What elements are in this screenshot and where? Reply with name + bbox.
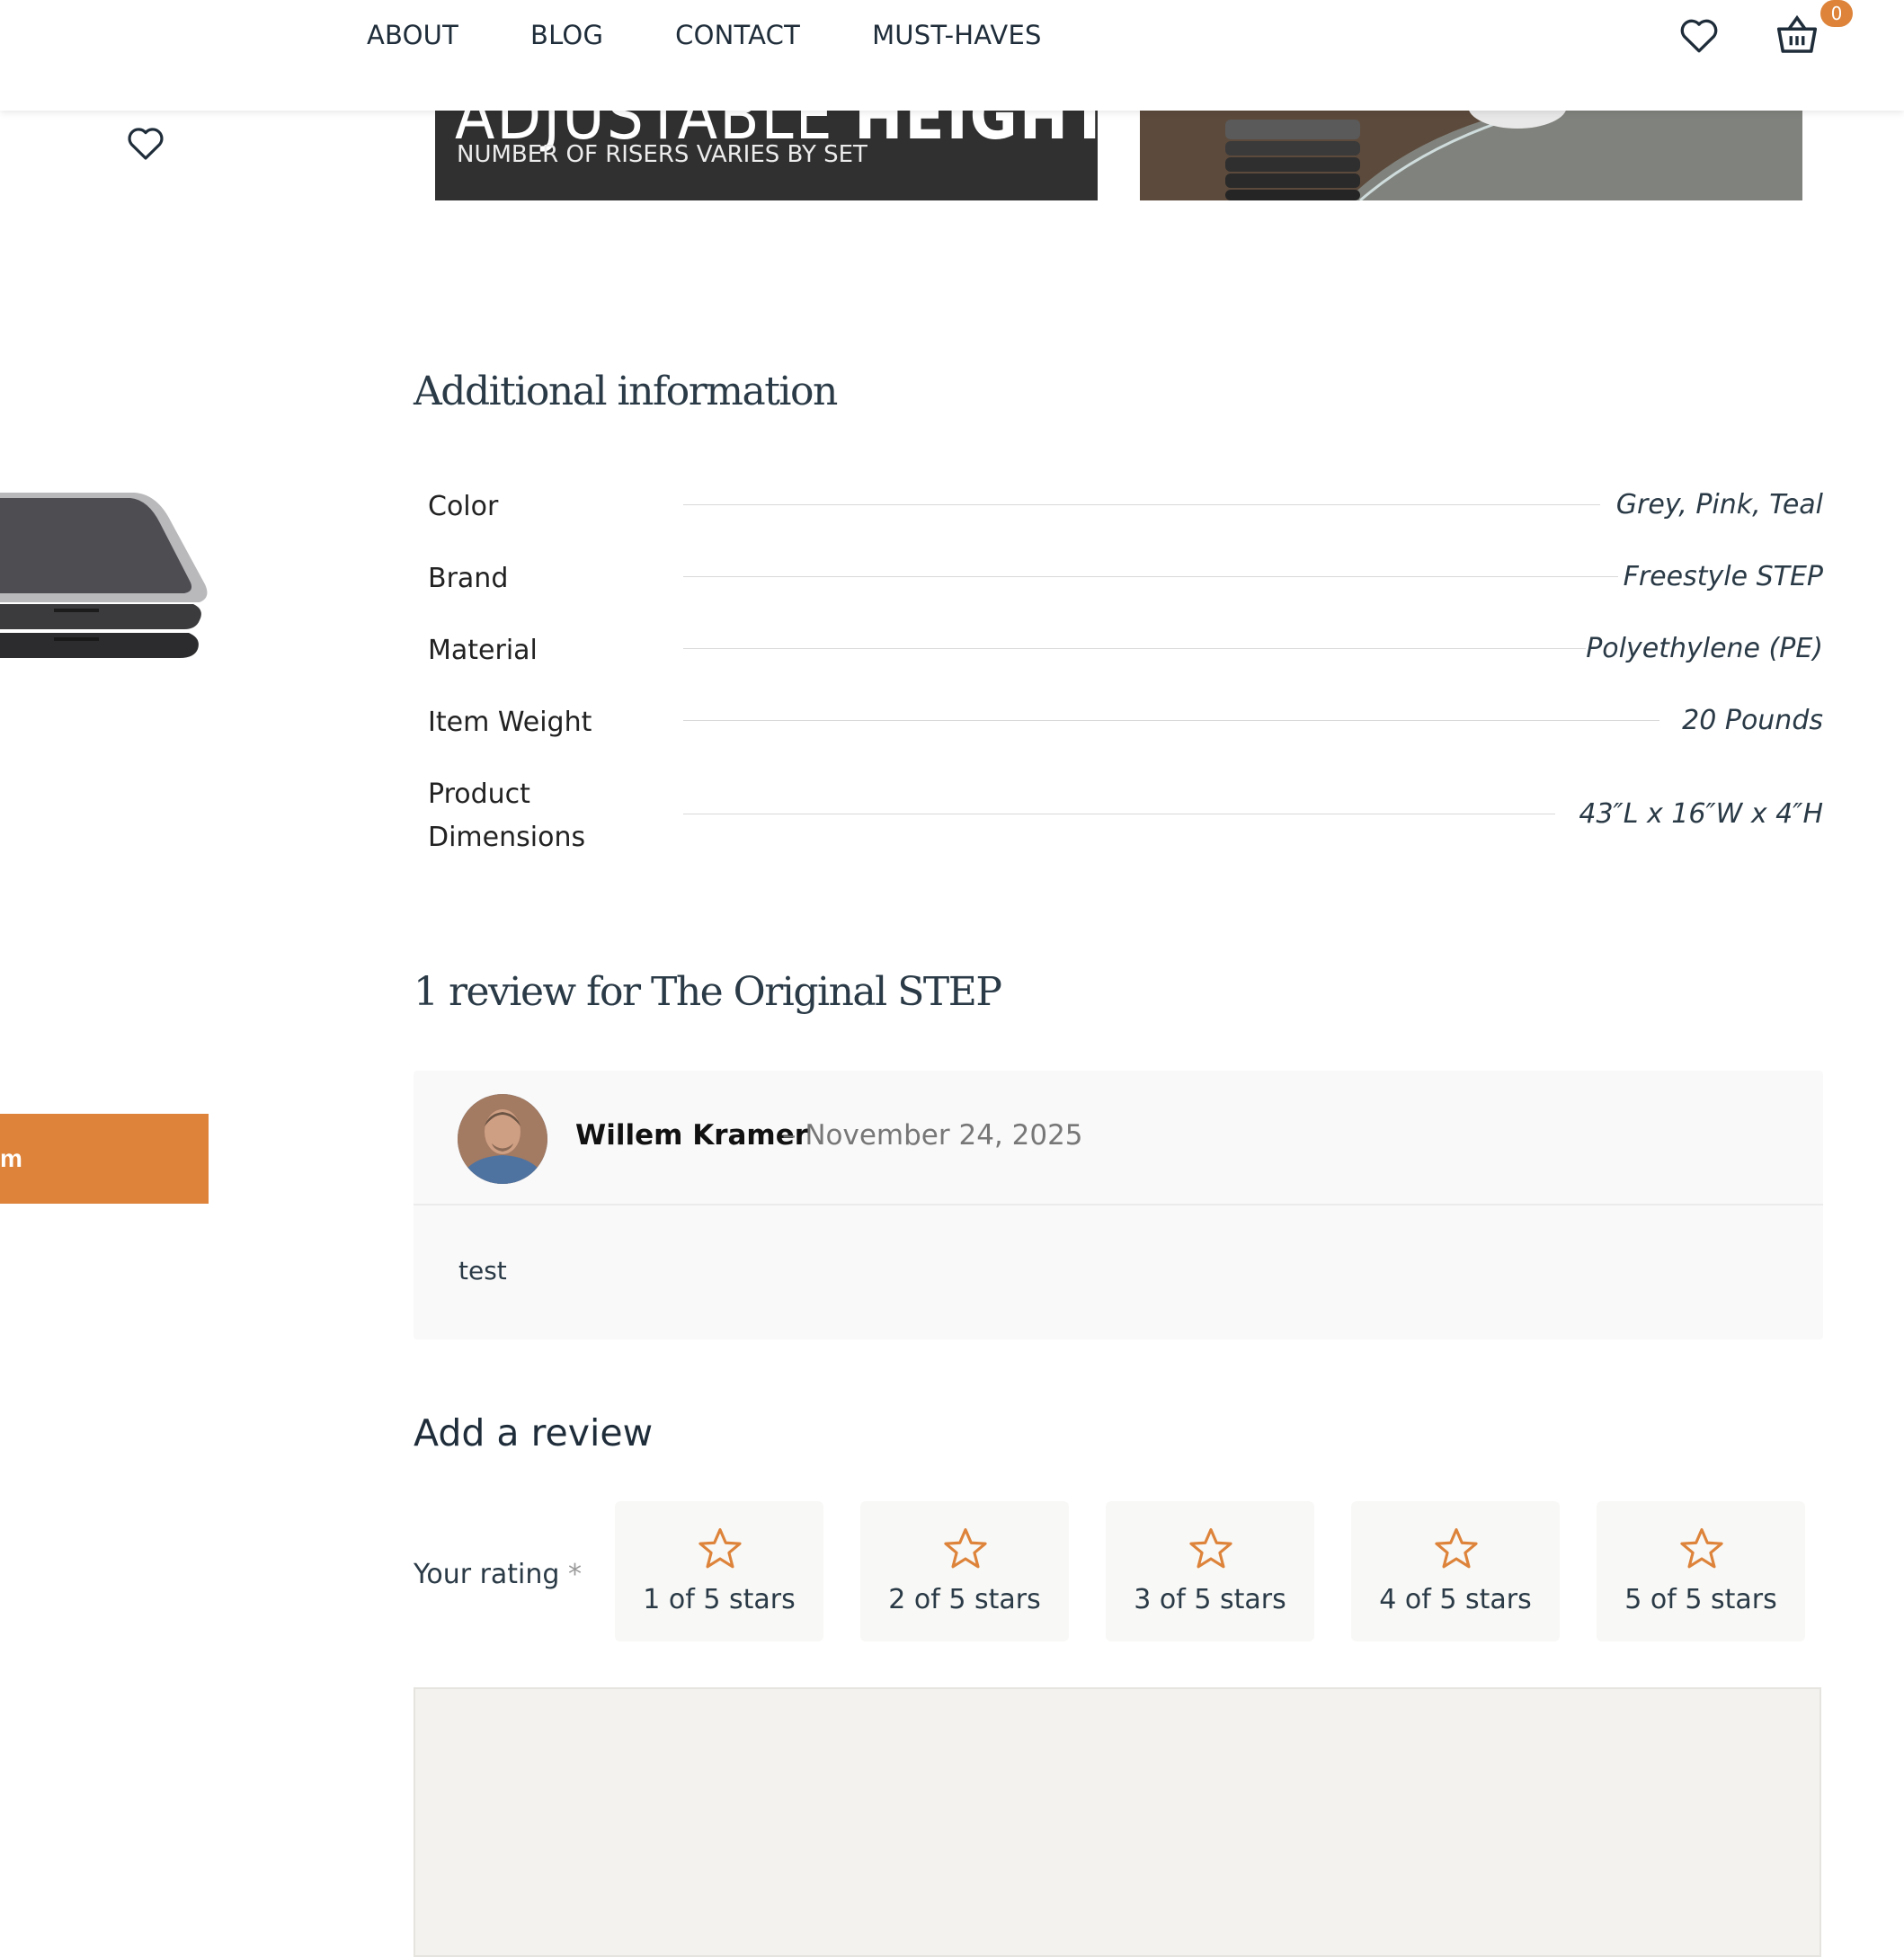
- star-icon: [944, 1528, 987, 1569]
- site-header: ABOUT BLOG CONTACT MUST-HAVES 0: [0, 0, 1904, 111]
- info-value: Grey, Pink, Teal: [1615, 489, 1823, 520]
- review-header: Willem Kramer – November 24, 2025: [414, 1071, 1823, 1205]
- left-cta-button[interactable]: m: [0, 1114, 209, 1204]
- review-textarea[interactable]: [414, 1687, 1821, 1957]
- nav-blog[interactable]: BLOG: [530, 16, 603, 54]
- info-label: Color: [428, 491, 499, 522]
- review-date: – November 24, 2025: [782, 1119, 1083, 1152]
- additional-information-title: Additional information: [414, 369, 838, 414]
- info-label: Item Weight: [428, 707, 592, 738]
- star-label: 2 of 5 stars: [888, 1584, 1041, 1615]
- nav-about[interactable]: ABOUT: [367, 16, 458, 54]
- rating-1-star-button[interactable]: 1 of 5 stars: [615, 1501, 823, 1641]
- required-mark: *: [568, 1559, 582, 1590]
- star-icon: [698, 1528, 742, 1569]
- info-label: Brand: [428, 563, 509, 594]
- nav-must-haves[interactable]: MUST-HAVES: [872, 16, 1042, 54]
- rating-5-star-button[interactable]: 5 of 5 stars: [1597, 1501, 1805, 1641]
- info-row-color: Color Grey, Pink, Teal: [428, 485, 1823, 529]
- info-divider: [683, 504, 1600, 505]
- step-platform-image: [0, 493, 208, 658]
- rating-3-star-button[interactable]: 3 of 5 stars: [1106, 1501, 1314, 1641]
- add-to-wishlist-heart-icon[interactable]: [124, 121, 167, 165]
- info-row-material: Material Polyethylene (PE): [428, 629, 1823, 672]
- info-divider: [683, 576, 1618, 577]
- main-nav: ABOUT BLOG CONTACT MUST-HAVES: [367, 16, 1114, 54]
- star-label: 4 of 5 stars: [1379, 1584, 1532, 1615]
- star-icon: [1435, 1528, 1478, 1569]
- product-photo: [1140, 111, 1802, 200]
- reviewer-avatar: [458, 1094, 547, 1184]
- star-label: 1 of 5 stars: [643, 1584, 796, 1615]
- star-label: 3 of 5 stars: [1134, 1584, 1286, 1615]
- banner-subtitle: NUMBER OF RISERS VARIES BY SET: [457, 141, 867, 168]
- star-label: 5 of 5 stars: [1624, 1584, 1777, 1615]
- reviews-title: 1 review for The Original STEP: [414, 969, 1002, 1015]
- info-divider: [683, 720, 1659, 721]
- star-icon: [1189, 1528, 1232, 1569]
- info-label-line1: Product: [428, 778, 530, 810]
- rating-2-star-button[interactable]: 2 of 5 stars: [860, 1501, 1069, 1641]
- info-value: Polyethylene (PE): [1586, 633, 1823, 664]
- adjustable-height-banner: ADJUSTABLE HEIGHT NUMBER OF RISERS VARIE…: [435, 111, 1098, 200]
- info-label: Material: [428, 635, 538, 666]
- review-text: test: [458, 1256, 507, 1285]
- info-value: 20 Pounds: [1682, 705, 1823, 736]
- info-divider: [683, 648, 1586, 649]
- rating-4-star-button[interactable]: 4 of 5 stars: [1351, 1501, 1560, 1641]
- reviewer-name: Willem Kramer: [575, 1119, 809, 1152]
- cart-count-badge: 0: [1820, 0, 1853, 27]
- add-review-title: Add a review: [414, 1411, 654, 1454]
- info-value: Freestyle STEP: [1623, 561, 1823, 592]
- info-row-brand: Brand Freestyle STEP: [428, 557, 1823, 600]
- product-photo-banner: [1140, 111, 1802, 200]
- info-row-item-weight: Item Weight 20 Pounds: [428, 701, 1823, 744]
- star-icon: [1680, 1528, 1723, 1569]
- info-label-line2: Dimensions: [428, 822, 586, 853]
- nav-contact[interactable]: CONTACT: [675, 16, 800, 54]
- info-row-product-dimensions: Product Dimensions 43″L x 16″W x 4″H: [428, 773, 1823, 859]
- wishlist-heart-icon[interactable]: [1677, 13, 1722, 58]
- info-value: 43″L x 16″W x 4″H: [1579, 798, 1823, 830]
- avatar-photo: [458, 1094, 547, 1184]
- cart-basket-icon[interactable]: [1773, 11, 1821, 59]
- your-rating-label: Your rating *: [414, 1559, 582, 1590]
- review-card: Willem Kramer – November 24, 2025 test: [414, 1071, 1823, 1339]
